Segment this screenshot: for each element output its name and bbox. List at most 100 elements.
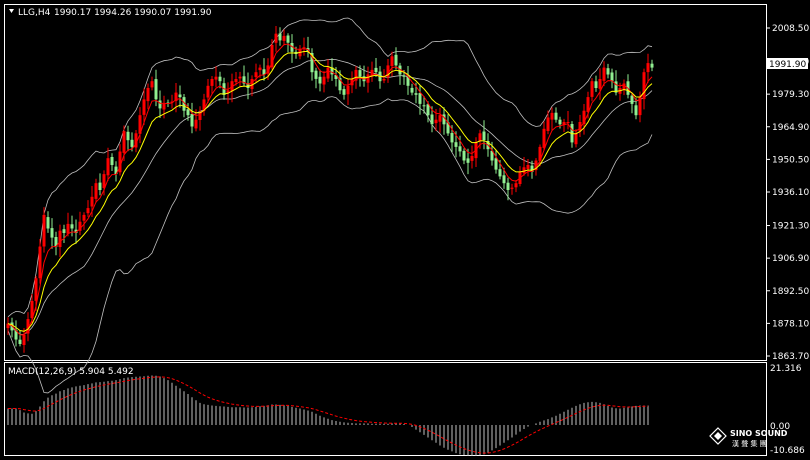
- candle-body: [390, 56, 394, 66]
- price-tick-label: 1950.50: [772, 155, 809, 165]
- candle-body: [278, 33, 282, 41]
- candle-body: [94, 183, 98, 199]
- candle-body: [382, 79, 386, 81]
- candle-body: [646, 63, 650, 73]
- candle-body: [410, 87, 414, 93]
- candle-body: [462, 150, 466, 161]
- candle-body: [634, 105, 638, 116]
- candle-body: [454, 142, 458, 147]
- candle-body: [62, 229, 66, 233]
- current-price-label: 1991.90: [769, 60, 806, 70]
- price-tick-label: 1936.10: [772, 188, 809, 198]
- candle-body: [546, 117, 550, 131]
- logo-name: SINO SOUND: [730, 429, 788, 438]
- macd-label: MACD(12,26,9) 5.904 5.492: [8, 367, 134, 377]
- candle-body: [450, 133, 454, 143]
- price-tick-label: 1906.90: [772, 254, 809, 264]
- candle-body: [146, 88, 150, 102]
- candle-body: [470, 156, 474, 161]
- price-tick-label: 1921.30: [772, 222, 809, 232]
- candle-body: [414, 93, 418, 95]
- candle-body: [98, 182, 102, 190]
- candle-body: [642, 72, 646, 100]
- candle-body: [22, 334, 26, 345]
- candle-body: [190, 114, 194, 127]
- candle-body: [318, 76, 322, 84]
- price-tick-label: 1878.10: [772, 319, 809, 329]
- candle-body: [602, 67, 606, 81]
- ohlc-values: 1990.17 1994.26 1990.07 1991.90: [54, 8, 212, 18]
- candle-body: [322, 76, 326, 85]
- candle-body: [18, 339, 22, 344]
- candle-body: [422, 105, 426, 107]
- candle-body: [110, 157, 114, 165]
- price-tick-label: 1863.70: [772, 352, 809, 362]
- price-tick-label: 1979.30: [772, 90, 809, 100]
- candle-body: [126, 131, 130, 141]
- candle-body: [50, 228, 54, 238]
- candle-body: [178, 94, 182, 98]
- candle-body: [498, 169, 502, 177]
- candle-body: [342, 89, 346, 95]
- candle-body: [482, 131, 486, 141]
- price-chart: 2008.501993.701979.301964.901950.501936.…: [0, 0, 810, 460]
- candle-body: [58, 230, 62, 247]
- candle-body: [574, 133, 578, 145]
- candle-body: [394, 54, 398, 66]
- candle-body: [42, 214, 46, 247]
- candle-body: [46, 217, 50, 229]
- candle-body: [542, 128, 546, 148]
- candle-body: [82, 214, 86, 221]
- candle-body: [158, 100, 162, 109]
- candle-body: [142, 99, 146, 115]
- candle-body: [130, 139, 134, 147]
- candle-body: [238, 76, 242, 79]
- candle-body: [438, 115, 442, 122]
- price-tick-label: 2008.50: [772, 24, 809, 34]
- candle-body: [346, 85, 350, 95]
- candle-body: [494, 158, 498, 170]
- candle-body: [610, 72, 614, 82]
- macd-axis-bottom: -10.686: [770, 446, 805, 456]
- symbol-label: LLG,H4: [18, 8, 51, 18]
- candle-body: [254, 72, 258, 77]
- candle-body: [522, 167, 526, 174]
- candle-body: [418, 93, 422, 104]
- candle-body: [434, 119, 438, 124]
- candle-body: [210, 79, 214, 86]
- candle-body: [358, 70, 362, 77]
- candle-body: [258, 67, 262, 71]
- candle-body: [286, 35, 290, 43]
- candle-body: [510, 187, 514, 189]
- candle-body: [594, 81, 598, 88]
- candle-body: [466, 158, 470, 163]
- candle-body: [606, 68, 610, 75]
- candle-body: [506, 182, 510, 190]
- candle-body: [218, 76, 222, 82]
- candle-body: [282, 35, 286, 41]
- candle-body: [458, 146, 462, 152]
- candle-body: [366, 74, 370, 83]
- candle-body: [70, 224, 74, 229]
- candle-body: [206, 85, 210, 98]
- price-tick-label: 1892.50: [772, 287, 809, 297]
- candle-body: [214, 76, 218, 80]
- candle-body: [502, 175, 506, 184]
- candle-body: [554, 112, 558, 120]
- price-tick-label: 1964.90: [772, 123, 809, 133]
- candle-body: [86, 208, 90, 214]
- candle-body: [550, 112, 554, 120]
- candle-body: [122, 131, 126, 153]
- macd-axis-top: 21.316: [770, 364, 802, 374]
- candle-body: [66, 223, 70, 234]
- candle-body: [314, 70, 318, 79]
- candle-body: [650, 63, 654, 68]
- candle-body: [234, 79, 238, 82]
- candle-body: [194, 119, 198, 129]
- candle-body: [154, 79, 158, 100]
- candle-body: [514, 183, 518, 188]
- candle-body: [38, 246, 42, 279]
- candle-body: [274, 33, 278, 43]
- candle-body: [558, 119, 562, 125]
- candle-body: [106, 158, 110, 176]
